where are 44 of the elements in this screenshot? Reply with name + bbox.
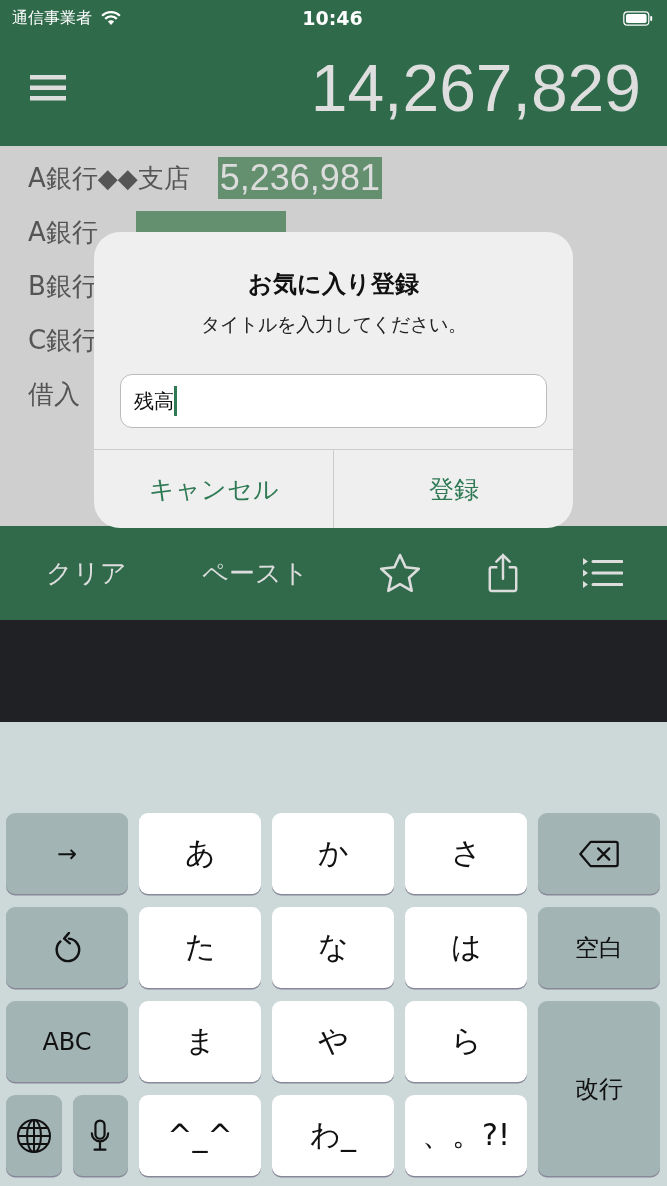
keyboard-key[interactable]: 空白 — [538, 907, 660, 988]
account-name: A銀行◆◆支店 — [28, 161, 190, 195]
carrier-name: 通信事業者 — [12, 7, 92, 29]
toolbar-button[interactable]: クリア — [39, 554, 133, 592]
wifi-icon — [100, 10, 122, 26]
dialog-button[interactable]: キャンセル — [94, 450, 333, 528]
list-icon[interactable] — [583, 558, 624, 588]
keyboard-key[interactable]: た — [139, 907, 261, 988]
undo-icon — [52, 931, 82, 964]
status-time: 10:46 — [302, 7, 363, 29]
account-name: B銀行 — [28, 269, 98, 303]
keyboard-key[interactable]: わ_ — [272, 1095, 394, 1176]
menu-icon[interactable] — [30, 75, 66, 101]
keyboard-key[interactable]: な — [272, 907, 394, 988]
keyboard-key[interactable]: ^_^ — [139, 1095, 261, 1176]
keyboard-key[interactable]: か — [272, 813, 394, 894]
title-input-field[interactable]: 残高 — [120, 374, 547, 428]
account-amount: 5,236,981 — [217, 157, 382, 199]
microphone-icon — [90, 1118, 111, 1153]
battery-icon — [623, 10, 653, 26]
dialog-title: お気に入り登録 — [248, 269, 419, 300]
star-icon[interactable] — [378, 552, 423, 594]
toolbar-button[interactable]: ペースト — [196, 554, 316, 592]
keyboard-key[interactable]: あ — [139, 813, 261, 894]
backspace-icon — [578, 839, 620, 868]
keyboard-key[interactable]: ら — [405, 1001, 527, 1082]
undo-key[interactable] — [6, 907, 128, 988]
account-name: 借入 — [28, 377, 80, 411]
keyboard-key[interactable]: ま — [139, 1001, 261, 1082]
total-amount: 14,267,829 — [310, 50, 641, 126]
microphone-key[interactable] — [72, 1095, 128, 1176]
globe-icon — [15, 1117, 52, 1154]
keyboard-key[interactable]: → — [6, 813, 128, 894]
globe-key[interactable] — [6, 1095, 62, 1176]
keyboard-key[interactable]: さ — [405, 813, 527, 894]
delete-key[interactable] — [538, 813, 660, 894]
keyboard-key[interactable]: ABC — [6, 1001, 128, 1082]
return-key[interactable]: 改行 — [538, 1001, 660, 1176]
dialog-message: タイトルを入力してください。 — [200, 312, 467, 337]
keyboard-key[interactable]: は — [405, 907, 527, 988]
account-name: A銀行 — [28, 215, 98, 249]
account-name: C銀行 — [28, 323, 99, 357]
keyboard-key[interactable]: 、。?! — [405, 1095, 527, 1176]
keyboard-key[interactable]: や — [272, 1001, 394, 1082]
